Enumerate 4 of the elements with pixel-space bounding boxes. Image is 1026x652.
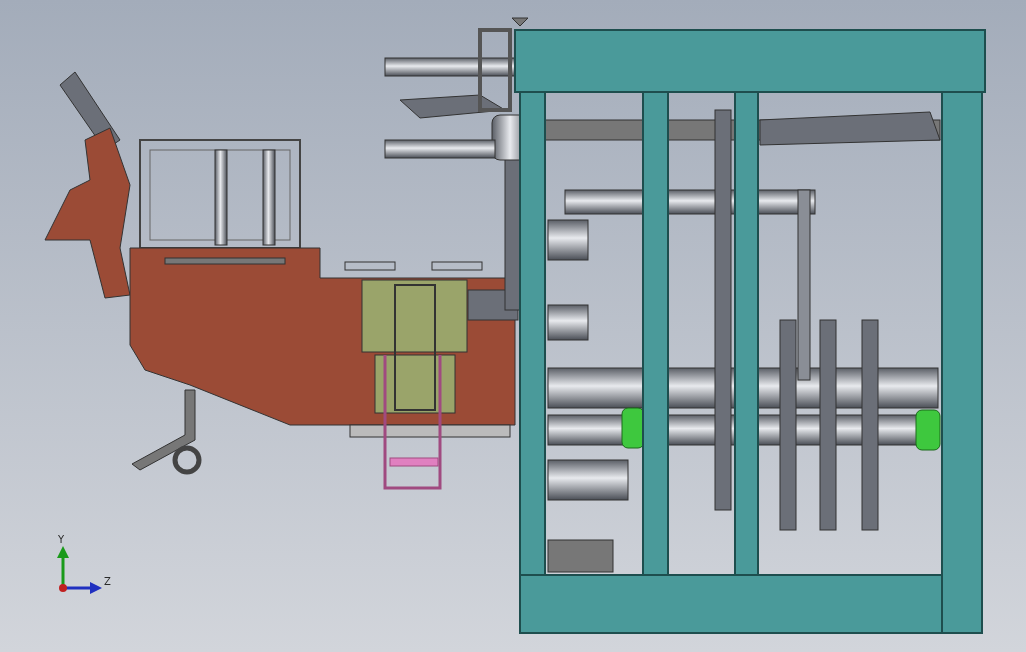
origin-icon [59,584,67,592]
axis-label: Z [104,576,111,587]
axis-label: Y [58,534,65,545]
knob-icon [511,17,529,27]
